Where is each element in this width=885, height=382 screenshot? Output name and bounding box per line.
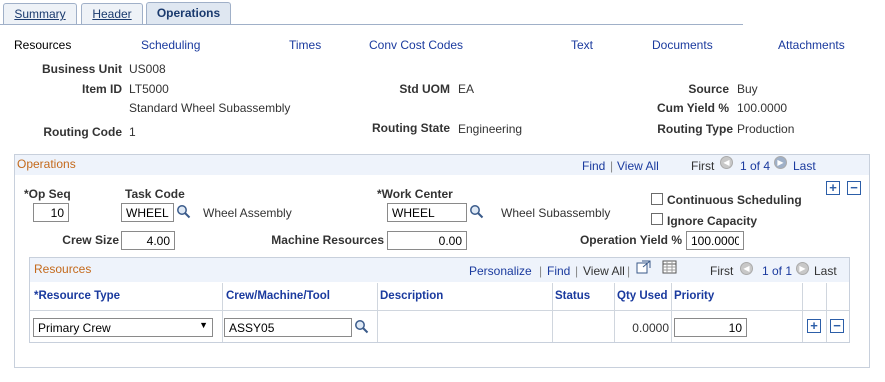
separator: | <box>627 264 631 278</box>
operations-last-link[interactable]: Last <box>793 159 816 173</box>
text-link[interactable]: Text <box>571 38 593 52</box>
item-id-label: Item ID <box>81 82 122 96</box>
column-divider <box>802 283 803 342</box>
cum-yield-label: Cum Yield % <box>656 101 729 115</box>
documents-link[interactable]: Documents <box>652 38 713 52</box>
resources-first-label: First <box>710 264 734 278</box>
operations-title: Operations <box>17 157 76 171</box>
column-header-priority[interactable]: Priority <box>674 290 714 302</box>
conv-cost-codes-link[interactable]: Conv Cost Codes <box>369 38 463 52</box>
business-unit-label: Business Unit <box>41 62 122 76</box>
work-center-label: *Work Center <box>377 187 453 201</box>
magnifier-icon[interactable] <box>176 204 191 219</box>
personalize-link[interactable]: Personalize <box>469 264 532 278</box>
task-code-label: Task Code <box>125 187 185 201</box>
tab-operations[interactable]: Operations <box>146 2 231 25</box>
continuous-scheduling-label: Continuous Scheduling <box>667 193 802 207</box>
column-divider <box>222 283 223 342</box>
delete-operation-button[interactable]: − <box>847 181 861 195</box>
resources-find-link[interactable]: Find <box>547 264 570 278</box>
tab-label: Operations <box>156 6 221 20</box>
op-seq-input[interactable] <box>33 203 69 222</box>
column-divider <box>552 283 553 342</box>
scheduling-link[interactable]: Scheduling <box>141 38 200 52</box>
work-center-input[interactable] <box>387 203 467 222</box>
crew-machine-tool-input[interactable] <box>224 318 352 337</box>
source-value: Buy <box>737 82 758 96</box>
magnifier-icon[interactable] <box>354 319 369 334</box>
std-uom-label: Std UOM <box>399 82 450 96</box>
separator: | <box>610 159 614 173</box>
operations-first-label: First <box>691 159 715 173</box>
std-uom-value: EA <box>458 82 475 96</box>
crew-size-input[interactable] <box>121 231 175 250</box>
column-divider <box>826 283 827 342</box>
source-label: Source <box>688 82 729 96</box>
ignore-capacity-checkbox[interactable] <box>651 213 663 225</box>
routing-state-label: Routing State <box>372 121 450 135</box>
times-link[interactable]: Times <box>289 38 321 52</box>
magnifier-icon[interactable] <box>469 204 484 219</box>
next-arrow-icon[interactable]: ▶ <box>774 156 787 169</box>
priority-input[interactable] <box>674 318 747 337</box>
column-divider <box>671 283 672 342</box>
resource-type-select[interactable]: Primary Crew ▼ <box>33 318 213 337</box>
prev-arrow-icon[interactable]: ◀ <box>720 156 733 169</box>
qty-used-cell: 0.0000 <box>632 321 669 335</box>
routing-code-label: Routing Code <box>43 125 122 139</box>
tab-label: Summary <box>14 7 66 21</box>
cum-yield-value: 100.0000 <box>737 101 788 115</box>
task-code-input[interactable] <box>121 203 174 222</box>
routing-type-value: Production <box>737 122 795 136</box>
continuous-scheduling-checkbox[interactable] <box>651 193 663 205</box>
routing-type-label: Routing Type <box>657 122 733 136</box>
machine-resources-input[interactable] <box>387 231 467 250</box>
attachments-link[interactable]: Attachments <box>778 38 845 52</box>
resources-page-count: 1 of 1 <box>762 264 793 278</box>
grid-header-divider <box>30 310 849 311</box>
operations-find-link[interactable]: Find <box>582 159 605 173</box>
separator: | <box>539 264 543 278</box>
routing-state-value: Engineering <box>458 122 523 136</box>
tab-label: Header <box>92 7 132 21</box>
tab-summary[interactable]: Summary <box>3 3 77 24</box>
add-operation-button[interactable]: + <box>826 181 840 195</box>
resource-type-value: Primary Crew <box>38 321 111 335</box>
operations-page-count: 1 of 4 <box>740 159 771 173</box>
separator: | <box>575 264 579 278</box>
ignore-capacity-label: Ignore Capacity <box>667 214 758 228</box>
column-divider <box>377 283 378 342</box>
column-header-resource-type[interactable]: *Resource Type <box>34 290 120 302</box>
resources-title: Resources <box>34 262 92 276</box>
resources-view-all-label: View All <box>583 264 625 278</box>
popup-icon[interactable] <box>636 260 651 274</box>
item-description: Standard Wheel Subassembly <box>129 101 291 115</box>
machine-resources-label: Machine Resources <box>271 233 384 247</box>
operation-yield-input[interactable] <box>686 231 744 250</box>
tab-header[interactable]: Header <box>81 3 143 24</box>
op-seq-label: *Op Seq <box>24 187 71 201</box>
column-divider <box>614 283 615 342</box>
column-header-status[interactable]: Status <box>555 290 590 302</box>
task-code-description: Wheel Assembly <box>203 206 292 220</box>
column-header-description[interactable]: Description <box>380 290 443 302</box>
resources-label: Resources <box>14 38 72 52</box>
crew-size-label: Crew Size <box>62 233 119 247</box>
next-arrow-icon[interactable]: ▶ <box>796 262 809 275</box>
operation-yield-label: Operation Yield % <box>579 233 682 247</box>
tab-divider <box>0 24 743 25</box>
add-resource-button[interactable]: + <box>807 319 821 333</box>
delete-resource-button[interactable]: − <box>830 319 844 333</box>
operations-view-all-link[interactable]: View All <box>617 159 659 173</box>
column-header-qty-used[interactable]: Qty Used <box>617 290 668 302</box>
prev-arrow-icon[interactable]: ◀ <box>740 262 753 275</box>
chevron-down-icon: ▼ <box>199 320 208 330</box>
resources-last-label: Last <box>814 264 837 278</box>
routing-code-value: 1 <box>129 125 136 139</box>
work-center-description: Wheel Subassembly <box>501 206 611 220</box>
grid-download-icon[interactable] <box>662 260 677 274</box>
item-id-value: LT5000 <box>129 82 169 96</box>
column-header-crew-machine-tool[interactable]: Crew/Machine/Tool <box>226 290 330 302</box>
business-unit-value: US008 <box>129 62 166 76</box>
